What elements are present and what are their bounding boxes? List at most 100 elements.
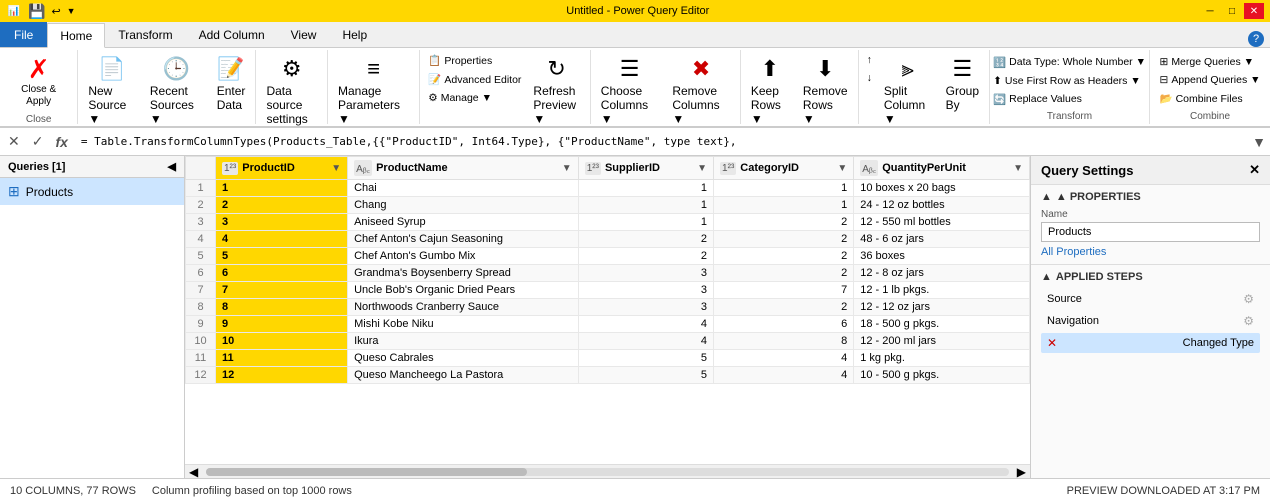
- append-queries-button[interactable]: ⊟ Append Queries ▼: [1156, 72, 1265, 88]
- cell-productid[interactable]: 4: [216, 231, 348, 248]
- cell-productname[interactable]: Chef Anton's Gumbo Mix: [348, 248, 579, 265]
- table-row[interactable]: 1111Queso Cabrales541 kg pkg.: [186, 350, 1030, 367]
- table-row[interactable]: 22Chang1124 - 12 oz bottles: [186, 197, 1030, 214]
- cell-categoryid[interactable]: 2: [714, 248, 854, 265]
- tab-view[interactable]: View: [278, 22, 330, 47]
- col-header-productid[interactable]: 1²³ ProductID ▼: [216, 157, 348, 180]
- cell-productname[interactable]: Grandma's Boysenberry Spread: [348, 265, 579, 282]
- formula-cancel-button[interactable]: ✕: [4, 133, 24, 150]
- cell-productname[interactable]: Queso Cabrales: [348, 350, 579, 367]
- cell-quantityperunit[interactable]: 36 boxes: [854, 248, 1030, 265]
- tab-home[interactable]: Home: [47, 23, 105, 48]
- cell-supplierid[interactable]: 2: [578, 248, 713, 265]
- cell-quantityperunit[interactable]: 12 - 8 oz jars: [854, 265, 1030, 282]
- cell-categoryid[interactable]: 2: [714, 214, 854, 231]
- table-row[interactable]: 33Aniseed Syrup1212 - 550 ml bottles: [186, 214, 1030, 231]
- applied-steps-collapse-icon[interactable]: ▲: [1041, 271, 1052, 283]
- cell-productname[interactable]: Northwoods Cranberry Sauce: [348, 299, 579, 316]
- properties-collapse-icon[interactable]: ▲: [1041, 191, 1052, 203]
- name-field-input[interactable]: [1041, 222, 1260, 242]
- data-source-settings-button[interactable]: ⚙ Data source settings: [260, 52, 323, 130]
- save-icon[interactable]: 💾: [28, 3, 45, 20]
- cell-productid[interactable]: 9: [216, 316, 348, 333]
- cell-supplierid[interactable]: 4: [578, 316, 713, 333]
- choose-columns-button[interactable]: ☰ ChooseColumns ▼: [595, 52, 665, 130]
- cell-productname[interactable]: Chef Anton's Cajun Seasoning: [348, 231, 579, 248]
- cell-productid[interactable]: 3: [216, 214, 348, 231]
- cell-supplierid[interactable]: 4: [578, 333, 713, 350]
- tab-transform[interactable]: Transform: [105, 22, 185, 47]
- cell-quantityperunit[interactable]: 12 - 1 lb pkgs.: [854, 282, 1030, 299]
- cell-productid[interactable]: 12: [216, 367, 348, 384]
- cell-quantityperunit[interactable]: 10 boxes x 20 bags: [854, 180, 1030, 197]
- cell-productid[interactable]: 6: [216, 265, 348, 282]
- settings-panel-close[interactable]: ✕: [1249, 162, 1260, 178]
- formula-confirm-button[interactable]: ✓: [28, 133, 48, 150]
- advanced-editor-button[interactable]: 📝 Advanced Editor: [424, 71, 525, 88]
- sort-desc-button[interactable]: ↓: [863, 70, 876, 86]
- table-row[interactable]: 66Grandma's Boysenberry Spread3212 - 8 o…: [186, 265, 1030, 282]
- manage-button[interactable]: ⚙ Manage ▼: [424, 90, 525, 106]
- cell-categoryid[interactable]: 8: [714, 333, 854, 350]
- col-header-supplierid[interactable]: 1²³ SupplierID ▼: [578, 157, 713, 180]
- col-filter-productname[interactable]: ▼: [562, 163, 572, 174]
- table-row[interactable]: 1010Ikura4812 - 200 ml jars: [186, 333, 1030, 350]
- cell-supplierid[interactable]: 1: [578, 197, 713, 214]
- step-navigation-gear[interactable]: ⚙: [1243, 314, 1254, 328]
- cell-categoryid[interactable]: 2: [714, 299, 854, 316]
- col-filter-supplierid[interactable]: ▼: [697, 163, 707, 174]
- col-filter-productid[interactable]: ▼: [331, 163, 341, 174]
- step-source[interactable]: Source ⚙: [1041, 289, 1260, 309]
- cell-categoryid[interactable]: 2: [714, 231, 854, 248]
- col-header-categoryid[interactable]: 1²³ CategoryID ▼: [714, 157, 854, 180]
- merge-queries-button[interactable]: ⊞ Merge Queries ▼: [1156, 54, 1259, 70]
- group-by-button[interactable]: ☰ GroupBy: [940, 52, 985, 116]
- cell-productname[interactable]: Chai: [348, 180, 579, 197]
- help-icon[interactable]: ?: [1248, 31, 1264, 47]
- cell-productid[interactable]: 8: [216, 299, 348, 316]
- cell-productname[interactable]: Uncle Bob's Organic Dried Pears: [348, 282, 579, 299]
- scroll-left-arrow[interactable]: ◀: [185, 465, 202, 479]
- cell-productid[interactable]: 1: [216, 180, 348, 197]
- cell-productname[interactable]: Mishi Kobe Niku: [348, 316, 579, 333]
- cell-quantityperunit[interactable]: 12 - 550 ml bottles: [854, 214, 1030, 231]
- cell-quantityperunit[interactable]: 48 - 6 oz jars: [854, 231, 1030, 248]
- step-navigation[interactable]: Navigation ⚙: [1041, 311, 1260, 331]
- formula-input[interactable]: [76, 132, 1248, 151]
- refresh-preview-button[interactable]: ↻ RefreshPreview ▼: [527, 52, 585, 130]
- remove-rows-button[interactable]: ⬇ RemoveRows ▼: [797, 52, 854, 130]
- scroll-right-arrow[interactable]: ▶: [1013, 465, 1030, 479]
- cell-productid[interactable]: 7: [216, 282, 348, 299]
- close-apply-button[interactable]: ✗ Close & Apply: [4, 52, 73, 112]
- replace-values-button[interactable]: 🔄 Replace Values: [989, 91, 1086, 108]
- cell-supplierid[interactable]: 2: [578, 231, 713, 248]
- cell-supplierid[interactable]: 1: [578, 214, 713, 231]
- cell-supplierid[interactable]: 5: [578, 367, 713, 384]
- cell-quantityperunit[interactable]: 10 - 500 g pkgs.: [854, 367, 1030, 384]
- cell-productname[interactable]: Ikura: [348, 333, 579, 350]
- col-header-productname[interactable]: Aᵦ꜀ ProductName ▼: [348, 157, 579, 180]
- cell-supplierid[interactable]: 1: [578, 180, 713, 197]
- cell-productid[interactable]: 5: [216, 248, 348, 265]
- formula-expand-button[interactable]: ▼: [1252, 134, 1266, 150]
- horizontal-scrollbar[interactable]: ◀ ▶: [185, 464, 1030, 478]
- col-filter-quantityperunit[interactable]: ▼: [1013, 163, 1023, 174]
- data-type-button[interactable]: 🔢 Data Type: Whole Number ▼: [989, 54, 1150, 71]
- undo-icon[interactable]: ↩: [51, 5, 60, 18]
- combine-files-button[interactable]: 📂 Combine Files: [1156, 90, 1247, 107]
- split-column-button[interactable]: ⫸ SplitColumn ▼: [878, 52, 938, 130]
- table-row[interactable]: 55Chef Anton's Gumbo Mix2236 boxes: [186, 248, 1030, 265]
- table-row[interactable]: 44Chef Anton's Cajun Seasoning2248 - 6 o…: [186, 231, 1030, 248]
- col-filter-categoryid[interactable]: ▼: [837, 163, 847, 174]
- step-changed-type[interactable]: ✕ Changed Type: [1041, 333, 1260, 353]
- cell-supplierid[interactable]: 3: [578, 299, 713, 316]
- cell-quantityperunit[interactable]: 12 - 200 ml jars: [854, 333, 1030, 350]
- cell-categoryid[interactable]: 1: [714, 197, 854, 214]
- sort-asc-button[interactable]: ↑: [863, 52, 876, 68]
- manage-parameters-button[interactable]: ≡ ManageParameters ▼: [332, 52, 415, 130]
- table-row[interactable]: 1212Queso Mancheego La Pastora5410 - 500…: [186, 367, 1030, 384]
- cell-supplierid[interactable]: 5: [578, 350, 713, 367]
- enter-data-button[interactable]: 📝 EnterData: [211, 52, 252, 116]
- cell-categoryid[interactable]: 4: [714, 367, 854, 384]
- cell-supplierid[interactable]: 3: [578, 282, 713, 299]
